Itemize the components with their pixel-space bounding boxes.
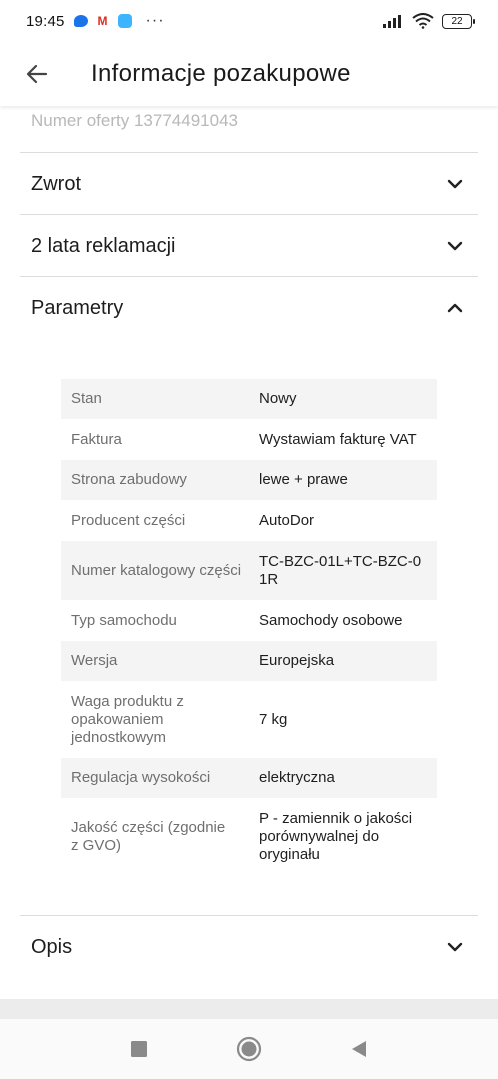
status-right: 22: [382, 13, 475, 29]
param-key: Numer katalogowy części: [71, 561, 242, 579]
param-key: Strona zabudowy: [71, 471, 187, 488]
back-nav-button[interactable]: [344, 1034, 374, 1064]
back-button[interactable]: [20, 57, 54, 91]
chevron-down-icon: [447, 179, 463, 189]
param-key: Jakość części (zgodnie z GVO): [71, 819, 226, 854]
app-bar: Informacje pozakupowe: [0, 42, 498, 106]
param-value: Europejska: [259, 652, 335, 669]
arrow-left-icon: [26, 64, 48, 84]
section-label: Parametry: [31, 296, 124, 319]
param-value: AutoDor: [259, 511, 315, 529]
chevron-down-icon: [447, 942, 463, 952]
param-value: TC-BZC-01L+TC-BZC-01R: [259, 552, 422, 588]
table-row: Strona zabudowy lewe + prawe: [61, 460, 437, 500]
param-key: Faktura: [71, 430, 122, 448]
signal-icon: [383, 15, 401, 28]
table-row: Typ samochodu Samochody osobowe: [61, 600, 437, 641]
gmail-icon: M: [97, 14, 108, 28]
circle-icon: [236, 1036, 262, 1062]
messages-icon: [73, 15, 88, 27]
home-button[interactable]: [234, 1034, 264, 1064]
param-value: 7 kg: [259, 710, 288, 728]
param-value: P - zamiennik o jakości porównywalnej do…: [259, 810, 413, 863]
param-value: lewe + prawe: [259, 471, 348, 488]
param-value: Wystawiam fakturę VAT: [259, 430, 417, 448]
section-opis[interactable]: Opis: [20, 916, 478, 978]
table-row: Producent części AutoDor: [61, 500, 437, 541]
bottom-band: [0, 999, 498, 1019]
wifi-icon: [412, 13, 434, 29]
battery-level: 22: [451, 15, 463, 27]
table-row: Stan Nowy: [61, 379, 437, 419]
parameters-table: Stan Nowy Faktura Wystawiam fakturę VAT …: [61, 379, 437, 876]
status-time: 19:45: [26, 12, 65, 30]
system-nav-bar: [0, 1019, 498, 1079]
status-bar: 19:45 M ··· 22: [0, 0, 498, 42]
param-key: Waga produktu z opakowaniem jednostkowym: [71, 692, 184, 746]
triangle-back-icon: [352, 1041, 366, 1057]
param-key: Regulacja wysokości: [71, 769, 211, 786]
notification-icons: M ···: [73, 12, 165, 30]
param-value: Samochody osobowe: [259, 611, 403, 629]
table-row: Jakość części (zgodnie z GVO) P - zamien…: [61, 798, 437, 876]
table-row: Regulacja wysokości elektryczna: [61, 758, 437, 798]
table-row: Waga produktu z opakowaniem jednostkowym…: [61, 681, 437, 758]
section-zwrot[interactable]: Zwrot: [20, 153, 478, 215]
section-label: 2 lata reklamacji: [31, 234, 176, 257]
table-row: Faktura Wystawiam fakturę VAT: [61, 419, 437, 460]
page-title: Informacje pozakupowe: [91, 60, 351, 87]
param-value: Nowy: [259, 390, 297, 407]
param-key: Wersja: [71, 652, 118, 669]
section-label: Zwrot: [31, 172, 81, 195]
square-icon: [131, 1041, 147, 1057]
offer-number: Numer oferty 13774491043: [31, 111, 238, 130]
param-value: elektryczna: [259, 769, 335, 786]
recents-button[interactable]: [124, 1034, 154, 1064]
table-row: Wersja Europejska: [61, 641, 437, 681]
section-reklamacja[interactable]: 2 lata reklamacji: [20, 215, 478, 277]
param-key: Typ samochodu: [71, 611, 177, 629]
section-label: Opis: [31, 935, 73, 958]
table-row: Numer katalogowy części TC-BZC-01L+TC-BZ…: [61, 541, 437, 600]
battery-icon: 22: [442, 13, 475, 29]
param-key: Stan: [71, 390, 102, 407]
app-notification-icon: [117, 14, 132, 28]
chevron-up-icon: [447, 303, 463, 313]
more-notifications-icon: ···: [145, 12, 165, 29]
param-key: Producent części: [71, 511, 186, 529]
chevron-down-icon: [447, 241, 463, 251]
section-parametry[interactable]: Parametry: [20, 277, 478, 339]
